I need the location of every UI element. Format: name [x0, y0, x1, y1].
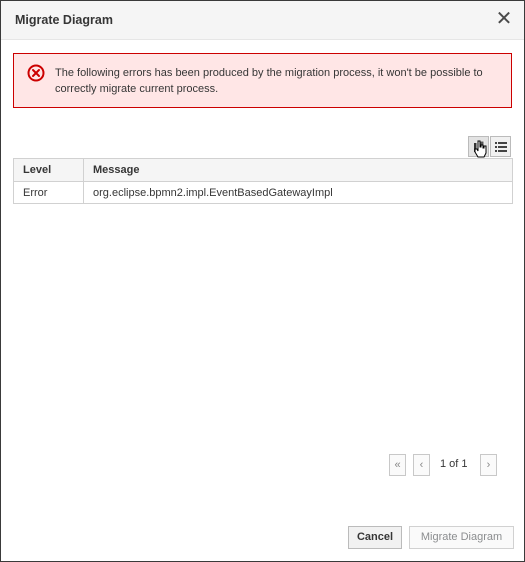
list-icon [495, 142, 507, 152]
error-circle-icon [27, 64, 45, 82]
cell-message: org.eclipse.bpmn2.impl.EventBasedGateway… [83, 181, 513, 204]
column-header-message[interactable]: Message [83, 158, 513, 182]
error-alert: The following errors has been produced b… [13, 53, 512, 108]
next-page-button[interactable]: › [480, 454, 497, 476]
first-page-button[interactable]: « [389, 454, 406, 476]
dialog-header: Migrate Diagram ✕ [1, 1, 524, 40]
error-alert-message: The following errors has been produced b… [55, 67, 483, 95]
table-header-row: Level Message [13, 158, 513, 182]
errors-table: Level Message Error org.eclipse.bpmn2.im… [13, 158, 513, 204]
table-row[interactable]: Error org.eclipse.bpmn2.impl.EventBasedG… [13, 181, 513, 204]
cancel-button[interactable]: Cancel [348, 526, 402, 549]
dialog-title: Migrate Diagram [15, 13, 113, 27]
list-view-button[interactable] [490, 136, 511, 157]
page-info: 1 of 1 [440, 458, 468, 470]
hand-cursor-icon [474, 140, 487, 158]
migrate-diagram-dialog: Migrate Diagram ✕ The following errors h… [0, 0, 525, 562]
prev-page-button[interactable]: ‹ [413, 454, 430, 476]
cell-level: Error [13, 181, 84, 204]
column-header-level[interactable]: Level [13, 158, 84, 182]
close-icon[interactable]: ✕ [494, 9, 514, 29]
migrate-diagram-button[interactable]: Migrate Diagram [409, 526, 514, 549]
